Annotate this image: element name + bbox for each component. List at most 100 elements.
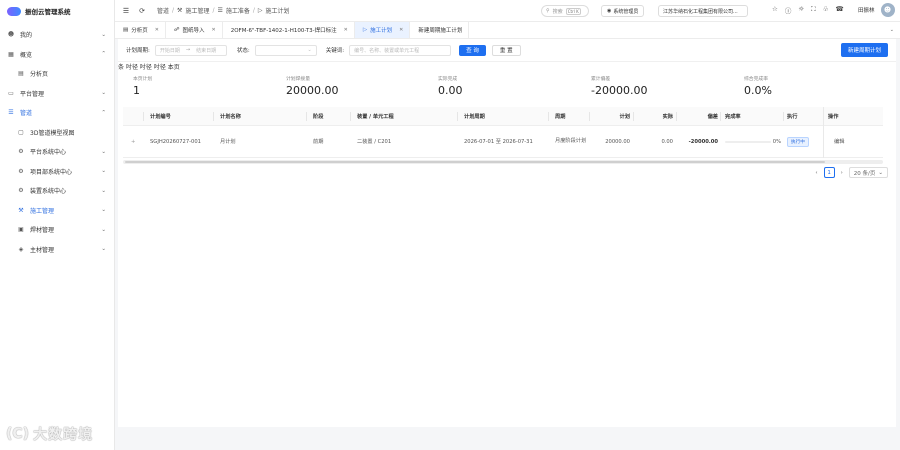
tab-new-cycle-plan[interactable]: 新建周期施工计划 (410, 22, 470, 38)
grid-icon: ▦ (8, 50, 14, 58)
admin-role-label: 系统管理员 (613, 8, 639, 15)
stat-label: 计划焊接量 (286, 77, 310, 82)
close-icon[interactable]: ✕ (399, 27, 403, 33)
page-size-label: 20 条/页 (853, 170, 876, 177)
column-header[interactable]: 阶段 (313, 107, 323, 125)
sidebar-item-project-center[interactable]: ⚙ 项目部系统中心 ⌄ (0, 162, 114, 182)
start-date-placeholder: 开始日期 (159, 47, 180, 54)
column-header[interactable]: 周期 (555, 107, 565, 125)
horizontal-scrollbar[interactable] (123, 160, 883, 164)
sidebar: 振创云管理系统 ☻ 我的 ⌄ ▦ 概览 ⌃ ▤ 分析页 ▭ 平台管理 ⌄ ☰ 管… (0, 0, 115, 450)
tab-weld-annotation[interactable]: 2OFM-6"-TBF-1402-1-H100-T3-焊口标注 ✕ (223, 22, 355, 38)
column-header[interactable]: 计划周期 (464, 107, 485, 125)
reset-button[interactable]: 重 置 (491, 44, 521, 56)
column-header[interactable]: 计划 (589, 107, 630, 125)
bell-icon[interactable]: ♧ (823, 5, 829, 15)
app-title: 振创云管理系统 (25, 8, 71, 16)
chevron-down-icon: ⌄ (101, 187, 106, 194)
monitor-icon: ▭ (8, 89, 14, 97)
column-header[interactable]: 计划编号 (150, 107, 171, 125)
keyword-placeholder: 编号、名称、装置或单元工程 (354, 47, 420, 54)
pagination: ‹ 1 › 20 条/页 ⌄ (815, 167, 888, 178)
edit-link[interactable]: 编辑 (834, 126, 844, 157)
sidebar-item-unit-center[interactable]: ⚙ 装置系统中心 ⌄ (0, 181, 114, 201)
status-label: 状态: (236, 48, 250, 54)
keyword-input[interactable]: 编号、名称、装置或单元工程 (349, 44, 452, 56)
chevron-down-icon: ⌄ (101, 207, 106, 214)
chevron-down-icon[interactable]: ⌄ (890, 27, 894, 33)
sidebar-item-construction[interactable]: ⚒ 施工管理 ⌄ (0, 201, 114, 221)
help-icon[interactable]: ⓘ (785, 5, 792, 15)
new-cycle-plan-button[interactable]: 新建周期计划 (840, 43, 888, 57)
sidebar-item-platform[interactable]: ▭ 平台管理 ⌄ (0, 84, 114, 104)
sidebar-item-label: 平台管理 (20, 90, 45, 98)
chevron-up-icon: ⌃ (101, 51, 106, 58)
refresh-icon[interactable]: ⟳ (137, 7, 147, 15)
page-number[interactable]: 1 (823, 167, 835, 178)
stat-value: 1 (133, 84, 140, 97)
search-icon: ⚲ (546, 8, 550, 14)
close-icon[interactable]: ✕ (212, 27, 216, 33)
stat-completion-rate: 综合完成率 0.0% (744, 75, 772, 97)
table-row[interactable]: + SGJH20260727-001 月计划 前期 二装置 / C201 202… (123, 126, 883, 158)
admin-role-button[interactable]: ◉ 系统管理员 (601, 5, 645, 17)
app-logo-row[interactable]: 振创云管理系统 (0, 0, 114, 22)
sidebar-item-pipeline[interactable]: ☰ 管道 ⌃ (0, 103, 114, 123)
search-button[interactable]: 查 询 (459, 44, 486, 56)
star-icon[interactable]: ☆ (772, 5, 778, 15)
column-header[interactable]: 完成率 (725, 107, 741, 125)
breadcrumb-item[interactable]: 管道 (157, 6, 169, 15)
prev-page-icon[interactable]: ‹ (815, 170, 817, 176)
next-page-icon[interactable]: › (841, 170, 843, 176)
range-arrow: → (185, 47, 191, 53)
avatar: ☻ (880, 3, 895, 17)
tab-label: 2OFM-6"-TBF-1402-1-H100-T3-焊口标注 (230, 28, 337, 34)
stats-summary: 本页计划 1 条 计划焊接量 20000.00 吋径 实际完成 0.00 吋径 … (118, 61, 896, 106)
fullscreen-icon[interactable]: ⛶ (811, 5, 816, 15)
sidebar-item-3d-view[interactable]: ▢ 3D管道模型视图 (0, 123, 114, 143)
status-badge: 执行中 (787, 136, 809, 147)
global-search[interactable]: ⚲ 搜索 Ctrl K (541, 5, 589, 17)
menu-icon[interactable]: ☰ (121, 7, 131, 15)
user-menu[interactable]: 田振林 ☻ (858, 3, 895, 17)
reset-button-label: 重 置 (499, 48, 513, 54)
plan-name: 月计划 (220, 139, 236, 145)
sidebar-item-analysis[interactable]: ▤ 分析页 (0, 64, 114, 84)
expand-row-icon[interactable]: + (131, 126, 135, 157)
chevron-up-icon: ⌃ (101, 109, 106, 116)
sidebar-item-label: 施工管理 (30, 207, 55, 215)
close-icon[interactable]: ✕ (344, 27, 348, 33)
close-icon[interactable]: ✕ (155, 27, 159, 33)
column-header[interactable]: 计划名称 (220, 107, 241, 125)
start-date-input[interactable]: 开始日期 → 结束日期 (154, 44, 227, 56)
column-header[interactable]: 偏差 (676, 107, 718, 125)
sidebar-item-mine[interactable]: ☻ 我的 ⌄ (0, 25, 114, 45)
breadcrumb-item[interactable]: 施工准备 (226, 6, 250, 15)
stat-label: 综合完成率 (744, 77, 768, 82)
breadcrumb-item[interactable]: 施工计划 (266, 6, 290, 15)
stat-label: 本页计划 (133, 77, 153, 82)
column-header[interactable]: 装置 / 单元工程 (357, 107, 394, 125)
theme-icon[interactable]: ☼ (798, 5, 804, 15)
tab-drawing-import[interactable]: ☍ 图纸导入 ✕ (166, 22, 223, 38)
status-select[interactable]: ⌄ (254, 44, 317, 56)
sidebar-item-material[interactable]: ◈ 主材管理 ⌄ (0, 240, 114, 260)
column-header[interactable]: 实际 (633, 107, 673, 125)
language-icon[interactable]: ☎ (836, 5, 844, 15)
tab-construction-plan[interactable]: ▷ 施工计划 ✕ (354, 22, 411, 38)
column-header[interactable]: 执行 (787, 107, 797, 125)
new-plan-button-label: 新建周期计划 (847, 48, 881, 54)
end-date-placeholder: 结束日期 (196, 47, 217, 54)
tab-analysis[interactable]: ▤ 分析页 ✕ (115, 22, 166, 38)
user-name: 田振林 (858, 8, 875, 14)
sidebar-item-overview[interactable]: ▦ 概览 ⌃ (0, 45, 114, 65)
company-select[interactable]: 江苏华纳石化工程集团有限公司... (658, 5, 748, 17)
page-size-select[interactable]: 20 条/页 ⌄ (848, 167, 888, 178)
play-icon: ▷ (362, 27, 368, 33)
breadcrumb: 管道 / ⚒ 施工管理 / ☰ 施工准备 / ▷ 施工计划 (157, 6, 290, 15)
column-divider (143, 112, 144, 121)
scrollbar-thumb[interactable] (125, 161, 825, 163)
sidebar-item-welding[interactable]: ▣ 焊材管理 ⌄ (0, 220, 114, 240)
breadcrumb-item[interactable]: 施工管理 (185, 6, 209, 15)
sidebar-item-platform-center[interactable]: ⚙ 平台系统中心 ⌄ (0, 142, 114, 162)
